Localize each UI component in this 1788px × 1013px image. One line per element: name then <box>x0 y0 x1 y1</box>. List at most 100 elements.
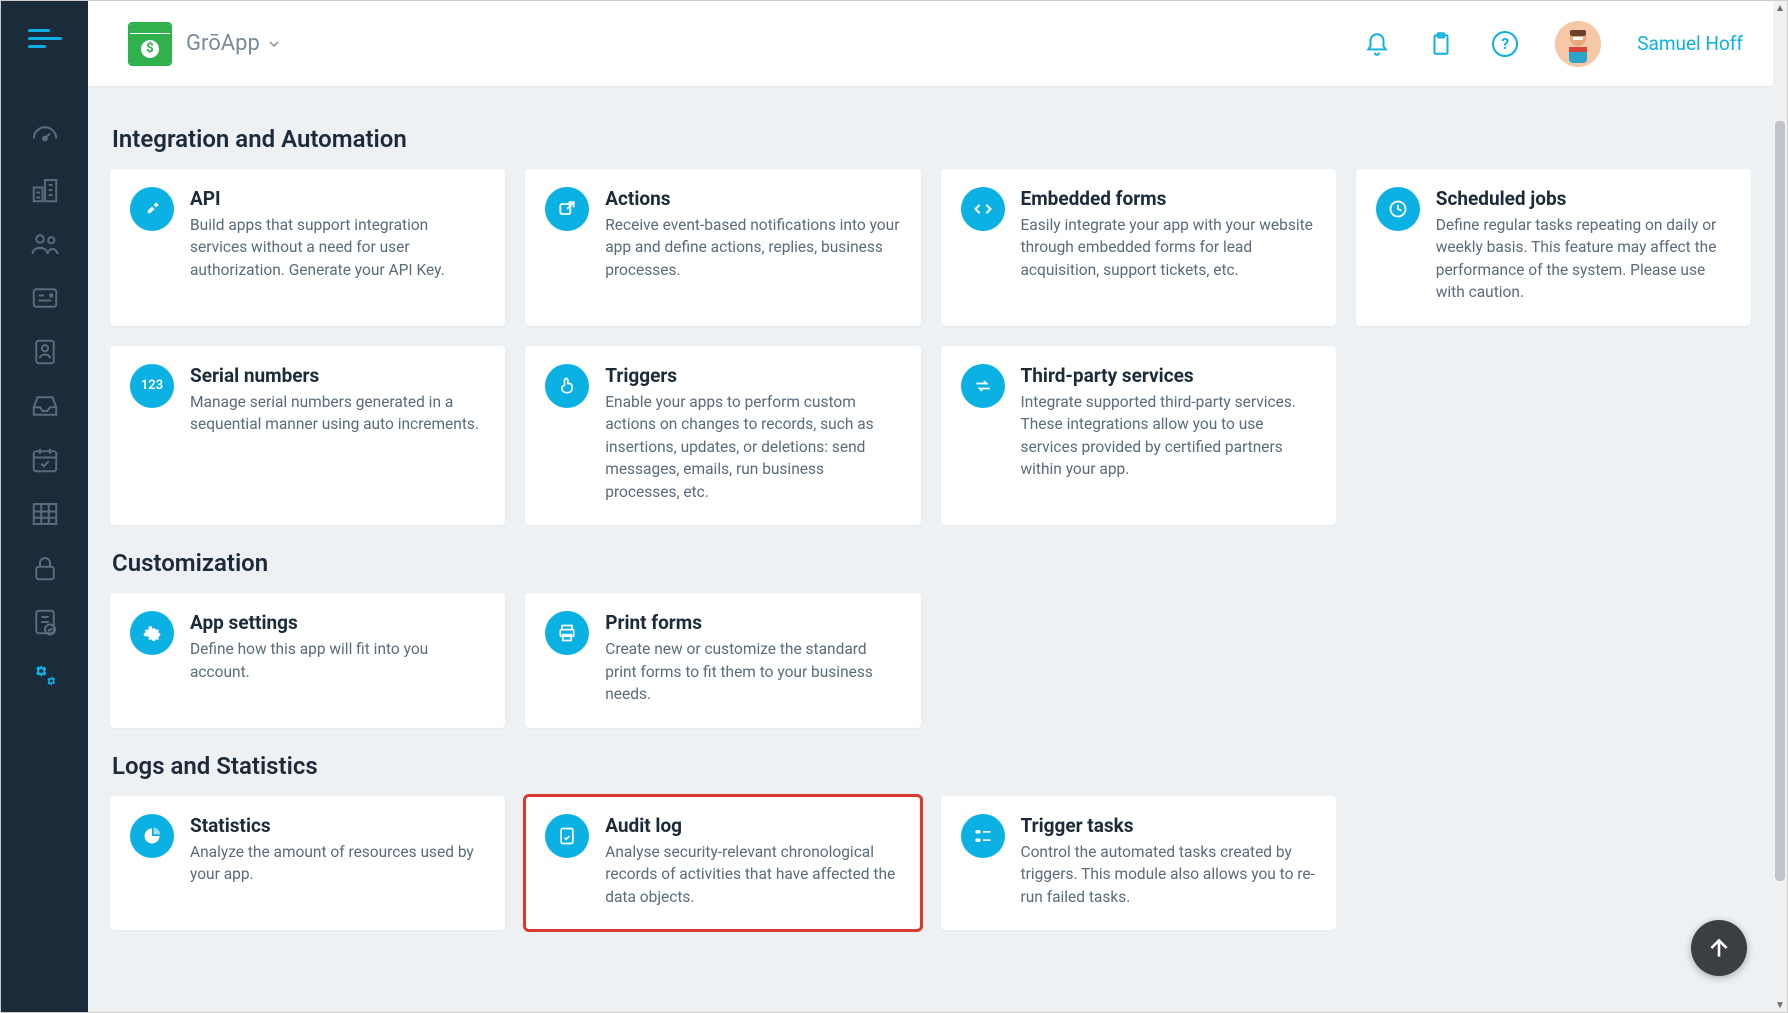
form-icon <box>30 283 60 313</box>
card-title: Serial numbers <box>190 364 485 387</box>
content: Integration and Automation API Build app… <box>88 87 1773 998</box>
tasks-icon <box>961 814 1005 858</box>
card-title: Statistics <box>190 814 485 837</box>
scroll-thumb[interactable] <box>1775 121 1785 881</box>
section-grid-integration: API Build apps that support integration … <box>110 169 1751 525</box>
card-actions[interactable]: Actions Receive event-based notification… <box>525 169 920 326</box>
launch-icon <box>545 187 589 231</box>
card-serial-numbers[interactable]: 123 Serial numbers Manage serial numbers… <box>110 346 505 525</box>
card-title: Embedded forms <box>1021 187 1316 210</box>
sidebar-item-form[interactable] <box>1 271 88 325</box>
scroll-to-top-button[interactable] <box>1691 920 1747 976</box>
card-title: App settings <box>190 611 485 634</box>
gauge-icon <box>30 121 60 151</box>
card-app-settings[interactable]: App settings Define how this app will fi… <box>110 593 505 727</box>
avatar[interactable] <box>1555 21 1601 67</box>
sidebar-item-calendar[interactable] <box>1 433 88 487</box>
sidebar-item-report[interactable] <box>1 595 88 649</box>
section-grid-logs: Statistics Analyze the amount of resourc… <box>110 796 1751 930</box>
card-desc: Create new or customize the standard pri… <box>605 638 900 705</box>
sidebar-item-table[interactable] <box>1 487 88 541</box>
card-desc: Define regular tasks repeating on daily … <box>1436 214 1731 304</box>
card-embedded-forms[interactable]: Embedded forms Easily integrate your app… <box>941 169 1336 326</box>
section-grid-customization: App settings Define how this app will fi… <box>110 593 1751 727</box>
card-desc: Build apps that support integration serv… <box>190 214 485 281</box>
pie-icon <box>130 814 174 858</box>
card-title: Third-party services <box>1021 364 1316 387</box>
help-icon: ? <box>1492 31 1518 57</box>
puzzle-icon <box>130 611 174 655</box>
gears-icon <box>30 661 60 691</box>
team-icon <box>30 229 60 259</box>
card-audit-log[interactable]: Audit log Analyse security-relevant chro… <box>525 796 920 930</box>
card-third-party[interactable]: Third-party services Integrate supported… <box>941 346 1336 525</box>
notifications-button[interactable] <box>1363 30 1391 58</box>
sidebar-item-settings[interactable] <box>1 649 88 703</box>
card-title: Audit log <box>605 814 900 837</box>
topbar: $ GrōApp ? Sam <box>88 1 1773 87</box>
card-desc: Analyse security-relevant chronological … <box>605 841 900 908</box>
sidebar-item-dashboard[interactable] <box>1 109 88 163</box>
inbox-icon <box>30 391 60 421</box>
scrollbar[interactable]: ▲ ▼ <box>1773 1 1787 1012</box>
card-statistics[interactable]: Statistics Analyze the amount of resourc… <box>110 796 505 930</box>
card-desc: Receive event-based notifications into y… <box>605 214 900 281</box>
buildings-icon <box>30 175 60 205</box>
card-desc: Easily integrate your app with your webs… <box>1021 214 1316 281</box>
chevron-down-icon <box>266 36 282 52</box>
section-title-logs: Logs and Statistics <box>112 752 1751 780</box>
app-switcher[interactable]: GrōApp <box>186 31 282 56</box>
sidebar-item-contact[interactable] <box>1 325 88 379</box>
card-title: Trigger tasks <box>1021 814 1316 837</box>
section-title-integration: Integration and Automation <box>112 125 1751 153</box>
print-icon <box>545 611 589 655</box>
arrow-up-icon <box>1706 935 1732 961</box>
card-title: Scheduled jobs <box>1436 187 1731 210</box>
help-button[interactable]: ? <box>1491 30 1519 58</box>
sidebar-item-team[interactable] <box>1 217 88 271</box>
pointer-icon <box>545 364 589 408</box>
card-print-forms[interactable]: Print forms Create new or customize the … <box>525 593 920 727</box>
clipboard-button[interactable] <box>1427 30 1455 58</box>
swap-icon <box>961 364 1005 408</box>
card-desc: Manage serial numbers generated in a seq… <box>190 391 485 436</box>
section-title-customization: Customization <box>112 549 1751 577</box>
scroll-up-arrow[interactable]: ▲ <box>1773 1 1787 15</box>
card-desc: Analyze the amount of resources used by … <box>190 841 485 886</box>
card-title: Triggers <box>605 364 900 387</box>
app-icon: $ <box>128 22 172 66</box>
card-desc: Enable your apps to perform custom actio… <box>605 391 900 503</box>
app-name-label: GrōApp <box>186 31 260 56</box>
card-scheduled-jobs[interactable]: Scheduled jobs Define regular tasks repe… <box>1356 169 1751 326</box>
sidebar-item-inbox[interactable] <box>1 379 88 433</box>
card-api[interactable]: API Build apps that support integration … <box>110 169 505 326</box>
sidebar <box>1 1 88 1012</box>
menu-toggle-button[interactable] <box>25 19 65 59</box>
clipboard-icon <box>1428 31 1454 57</box>
sidebar-item-lock[interactable] <box>1 541 88 595</box>
report-icon <box>30 607 60 637</box>
scroll-down-arrow[interactable]: ▼ <box>1773 998 1787 1012</box>
contact-icon <box>30 337 60 367</box>
clock-icon <box>1376 187 1420 231</box>
card-title: Actions <box>605 187 900 210</box>
card-title: API <box>190 187 485 210</box>
card-desc: Define how this app will fit into you ac… <box>190 638 485 683</box>
avatar-icon <box>1555 21 1601 67</box>
plug-icon <box>130 187 174 231</box>
sidebar-item-buildings[interactable] <box>1 163 88 217</box>
code-icon <box>961 187 1005 231</box>
bell-icon <box>1364 31 1390 57</box>
username[interactable]: Samuel Hoff <box>1637 32 1743 55</box>
card-desc: Control the automated tasks created by t… <box>1021 841 1316 908</box>
card-trigger-tasks[interactable]: Trigger tasks Control the automated task… <box>941 796 1336 930</box>
table-icon <box>30 499 60 529</box>
numbers-icon: 123 <box>130 364 174 408</box>
card-desc: Integrate supported third-party services… <box>1021 391 1316 481</box>
card-triggers[interactable]: Triggers Enable your apps to perform cus… <box>525 346 920 525</box>
lock-icon <box>30 553 60 583</box>
card-title: Print forms <box>605 611 900 634</box>
calendar-icon <box>30 445 60 475</box>
audit-icon <box>545 814 589 858</box>
hamburger-icon <box>28 27 62 51</box>
